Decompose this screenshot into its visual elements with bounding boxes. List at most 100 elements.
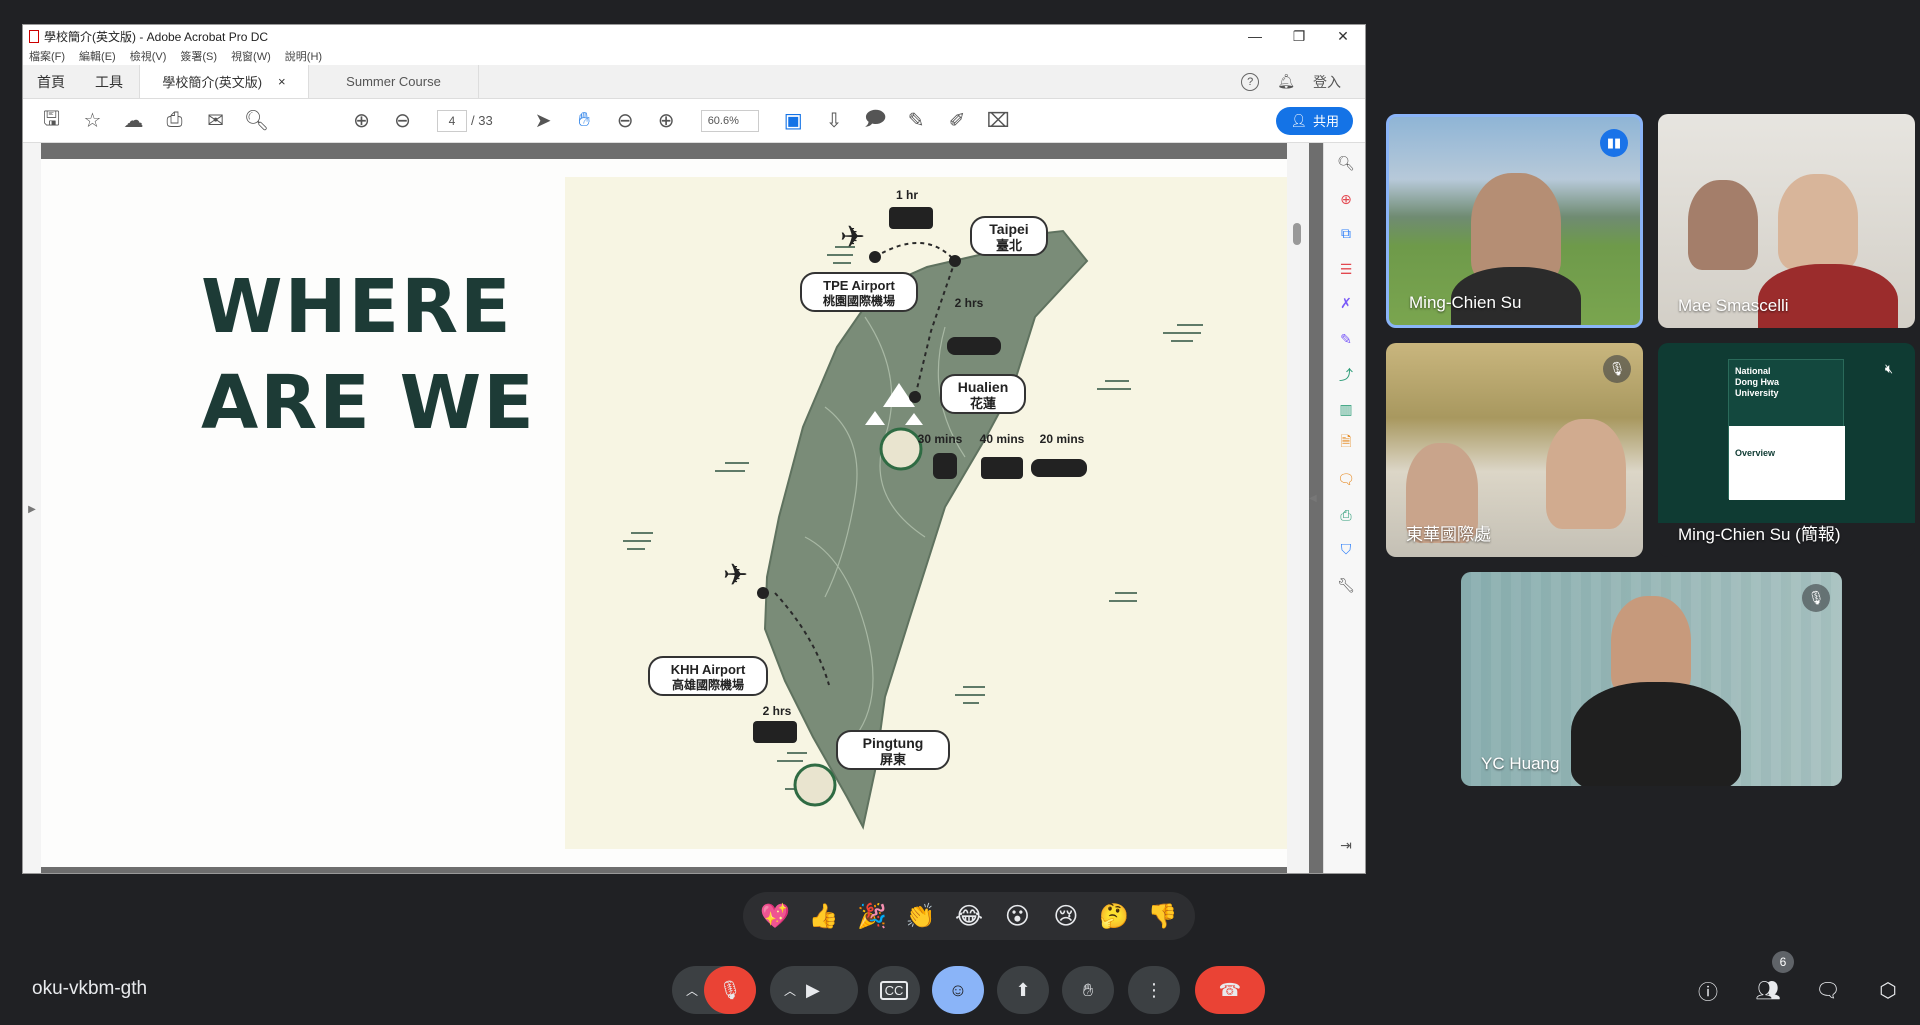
page-down-icon[interactable]: ⊖ (382, 106, 423, 136)
reaction-heart[interactable]: 💖 (753, 894, 797, 938)
reaction-thinking[interactable]: 🤔 (1092, 894, 1136, 938)
participant-tile[interactable]: Mae Smascelli (1658, 114, 1915, 328)
reaction-thumbs-down[interactable]: 👎 (1141, 894, 1185, 938)
label-hualien-en: Hualien (958, 379, 1009, 395)
meeting-info-icon[interactable]: ⓘ (1694, 976, 1722, 1004)
highlight-icon[interactable]: ✎ (896, 106, 937, 136)
pdf-file-icon (29, 29, 39, 43)
vertical-scrollbar[interactable] (1287, 143, 1309, 873)
menu-view[interactable]: 檢視(V) (130, 48, 167, 64)
page-up-icon[interactable]: ⊕ (341, 106, 382, 136)
menu-help[interactable]: 說明(H) (285, 48, 322, 64)
find-icon[interactable]: 🔍︎ (236, 106, 277, 136)
shield-icon[interactable]: ⛉ (1336, 539, 1356, 559)
comment-icon[interactable]: 🗩 (855, 106, 896, 136)
select-cursor-icon[interactable]: ➤ (523, 106, 564, 136)
captions-button[interactable]: CC (868, 966, 920, 1014)
reaction-party[interactable]: 🎉 (850, 894, 894, 938)
edit-pdf-icon[interactable]: ✎ (1336, 329, 1356, 349)
zoom-tool-icon[interactable]: 🔍︎ (1336, 153, 1356, 173)
share-button[interactable]: 👤︎ 共用 (1276, 106, 1353, 135)
minimize-icon[interactable]: — (1233, 28, 1277, 44)
tab-summer-course[interactable]: Summer Course (309, 65, 479, 98)
activities-icon[interactable]: ⬡ (1874, 976, 1902, 1004)
stamp-icon[interactable]: ⌧ (978, 106, 1019, 136)
more-options-button[interactable]: ⋮ (1128, 966, 1180, 1014)
school-logo-icon (793, 763, 837, 807)
create-pdf-icon[interactable]: ⊕ (1336, 189, 1356, 209)
raise-hand-button[interactable]: ✋︎ (1062, 966, 1114, 1014)
compress-pdf-icon[interactable]: ▥ (1336, 399, 1356, 419)
print-icon[interactable]: ⎙ (154, 106, 195, 136)
wrench-icon[interactable]: 🔧︎ (1336, 575, 1356, 595)
emoji-icon: ☺ (948, 979, 968, 1000)
comment-tool-icon[interactable]: 🗨 (1336, 469, 1356, 489)
chevron-up-icon[interactable]: ︿ (784, 982, 796, 999)
bell-icon[interactable]: 🔔︎ (1277, 73, 1295, 90)
reaction-surprised[interactable]: 😮 (995, 894, 1039, 938)
participant-tile[interactable]: 🎙︎ YC Huang (1461, 572, 1842, 786)
zoom-out-icon[interactable]: ⊖ (605, 106, 646, 136)
tools-rail: 🔍︎ ⊕ ⧉ ☰ ✗ ✎ ⤴ ▥ 🗎 🗨 ⎙ ⛉ 🔧︎ ⇥ (1323, 143, 1365, 873)
close-icon[interactable]: ✕ (1321, 28, 1365, 45)
hand-tool-icon[interactable]: ✋︎ (564, 106, 605, 136)
expand-panel-icon[interactable]: ⇥ (1336, 835, 1356, 855)
tab-document-label: 學校簡介(英文版) (162, 75, 263, 90)
mic-toggle-button[interactable]: 🎙︎ (704, 966, 756, 1014)
combine-files-icon[interactable]: ⧉ (1336, 223, 1356, 243)
window-title: 學校簡介(英文版) - Adobe Acrobat Pro DC (44, 29, 269, 44)
zoom-select[interactable]: 60.6% (700, 109, 759, 132)
export-pdf-icon[interactable]: ⤴ (1336, 365, 1356, 385)
reactions-button[interactable]: ☺ (932, 966, 984, 1014)
collapse-right-panel-icon[interactable]: ◀ (1309, 493, 1317, 504)
chevron-up-icon[interactable]: ︿ (686, 982, 698, 999)
participant-tile[interactable]: ▮▮ Ming-Chien Su (1386, 114, 1643, 328)
people-icon[interactable]: 👥︎ (1754, 976, 1782, 1004)
protect-file-icon[interactable]: 🗎 (1336, 433, 1356, 453)
more-vert-icon: ⋮ (1145, 979, 1163, 1000)
present-button[interactable]: ⬆ (997, 966, 1049, 1014)
scan-icon[interactable]: ⎙ (1336, 505, 1356, 525)
draw-icon[interactable]: ✐ (937, 106, 978, 136)
leave-call-button[interactable]: ☎ (1195, 966, 1265, 1014)
label-khh-zh: 高雄國際機場 (672, 677, 744, 692)
time-40mins: 40 mins (980, 432, 1025, 446)
scrollbar-thumb[interactable] (1293, 223, 1301, 245)
menu-sign[interactable]: 簽署(S) (180, 48, 217, 64)
login-link[interactable]: 登入 (1313, 72, 1341, 92)
fit-page-icon[interactable]: ▣ (773, 106, 814, 136)
camera-options-button[interactable]: ︿ ▶ (770, 966, 858, 1014)
menu-file[interactable]: 檔案(F) (29, 48, 65, 64)
save-icon[interactable]: 🖫 (31, 106, 72, 136)
tab-tools[interactable]: 工具 (79, 65, 139, 98)
participant-tile[interactable]: 🎙︎ 東華國際處 (1386, 343, 1643, 557)
page-number-input[interactable]: 4 (437, 109, 467, 132)
reaction-laugh[interactable]: 😂 (947, 894, 991, 938)
zoom-in-icon[interactable]: ⊕ (646, 106, 687, 136)
help-icon[interactable]: ? (1241, 72, 1260, 91)
scroll-mode-icon[interactable]: ⇩ (814, 106, 855, 136)
email-icon[interactable]: ✉ (195, 106, 236, 136)
participant-tile-presentation[interactable]: National Dong Hwa University Overview 🔇︎… (1658, 343, 1915, 557)
cloud-upload-icon[interactable]: ☁ (113, 106, 154, 136)
participant-video (1611, 596, 1691, 696)
reaction-clap[interactable]: 👏 (899, 894, 943, 938)
menu-window[interactable]: 視窗(W) (231, 48, 271, 64)
organize-pages-icon[interactable]: ☰ (1336, 259, 1356, 279)
restore-icon[interactable]: ❐ (1277, 28, 1321, 45)
reaction-thumbs-up[interactable]: 👍 (802, 894, 846, 938)
tab-close-icon[interactable]: × (278, 74, 286, 89)
fill-sign-icon[interactable]: ✗ (1336, 293, 1356, 313)
menu-bar: 檔案(F) 編輯(E) 檢視(V) 簽署(S) 視窗(W) 說明(H) (23, 47, 1365, 65)
tab-document-active[interactable]: 學校簡介(英文版) × (139, 65, 309, 98)
thumb-line-1: National (1735, 366, 1771, 376)
menu-edit[interactable]: 編輯(E) (79, 48, 116, 64)
left-panel-toggle[interactable]: ▶ (23, 143, 41, 873)
tab-home[interactable]: 首頁 (23, 65, 79, 98)
chat-icon[interactable]: 🗨 (1814, 976, 1842, 1004)
airplane-icon: ✈ (723, 559, 748, 592)
reaction-sad[interactable]: 😢 (1044, 894, 1088, 938)
hang-up-icon: ☎ (1218, 979, 1242, 1000)
train-icon (947, 337, 1001, 355)
star-icon[interactable]: ☆ (72, 106, 113, 136)
